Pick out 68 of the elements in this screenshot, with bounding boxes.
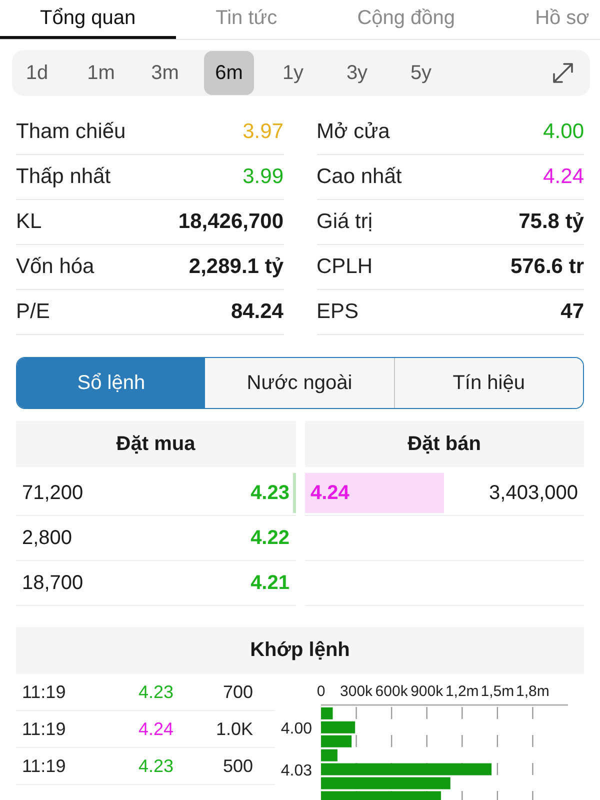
axis-label: 4.03 bbox=[280, 762, 312, 780]
stat-label: Vốn hóa bbox=[16, 255, 94, 279]
stat-label: Giá trị bbox=[316, 210, 373, 234]
nav-tab[interactable]: Tin tức bbox=[176, 0, 318, 39]
column-header: Đặt mua bbox=[16, 421, 296, 467]
ask-price: 4.24 bbox=[310, 482, 350, 504]
segment-tab[interactable]: Nước ngoài bbox=[205, 358, 394, 408]
stat-value: 4.00 bbox=[543, 120, 584, 144]
stat-label: P/E bbox=[16, 300, 50, 324]
period-button[interactable]: 6m bbox=[204, 51, 254, 95]
axis-label: 0 bbox=[316, 683, 326, 700]
bid-volume: 71,200 bbox=[21, 482, 84, 504]
segment-tab[interactable]: Sổ lệnh bbox=[17, 358, 206, 408]
axis-label: 1,8m bbox=[516, 683, 550, 700]
expand-icon[interactable] bbox=[552, 62, 574, 84]
stat-value: 2,289.1 tỷ bbox=[188, 255, 284, 279]
stat-label: Mở cửa bbox=[316, 120, 390, 144]
volume-bar bbox=[321, 735, 352, 748]
nav-tab[interactable]: Cộng đồng bbox=[317, 0, 496, 39]
stat-value: 47 bbox=[560, 300, 584, 324]
trade-volume: 700 bbox=[222, 682, 253, 702]
stat-value: 84.24 bbox=[230, 300, 284, 324]
axis-label: 600k bbox=[375, 683, 408, 700]
ask-volume: 3,403,000 bbox=[488, 482, 579, 504]
bid-volume: 2,800 bbox=[21, 526, 74, 550]
stat-value: 576.6 tr bbox=[510, 255, 584, 279]
trade-volume: 1.0K bbox=[216, 718, 253, 740]
volume-bar bbox=[321, 707, 333, 720]
trade-volume: 500 bbox=[222, 756, 253, 776]
stat-label: EPS bbox=[316, 300, 359, 324]
trade-price: 4.23 bbox=[138, 756, 174, 776]
volume-bar bbox=[321, 721, 356, 734]
axis-label: 1,2m bbox=[445, 683, 479, 700]
axis-label: 4.00 bbox=[280, 720, 312, 738]
axis-label: 300k bbox=[340, 683, 373, 700]
period-button[interactable]: 1y bbox=[268, 51, 318, 95]
volume-bar bbox=[321, 749, 338, 762]
nav-tab[interactable]: Tổng quan bbox=[0, 0, 176, 39]
trade-time: 11:19 bbox=[22, 756, 67, 776]
stat-label: Thấp nhất bbox=[16, 165, 111, 189]
trade-time: 11:19 bbox=[22, 718, 67, 740]
nav-tab[interactable]: Hồ sơ bbox=[495, 0, 590, 39]
period-button[interactable]: 3y bbox=[332, 51, 382, 95]
period-button[interactable]: 1d bbox=[12, 51, 62, 95]
stat-label: Tham chiếu bbox=[16, 120, 126, 144]
bid-price: 4.21 bbox=[250, 572, 290, 594]
segment-tab[interactable]: Tín hiệu bbox=[394, 358, 583, 408]
trade-price: 4.23 bbox=[138, 682, 174, 702]
stat-label: CPLH bbox=[316, 255, 373, 279]
trade-time: 11:19 bbox=[22, 682, 67, 702]
trade-price: 4.24 bbox=[138, 718, 174, 740]
stat-label: Cao nhất bbox=[316, 165, 402, 189]
column-header: Đặt bán bbox=[304, 421, 584, 467]
stat-value: 75.8 tỷ bbox=[518, 210, 584, 234]
period-button[interactable]: 5y bbox=[396, 51, 446, 95]
axis-label: 900k bbox=[410, 683, 444, 700]
stat-value: 3.97 bbox=[242, 120, 284, 144]
period-button[interactable]: 1m bbox=[76, 51, 126, 95]
axis-label: 1,5m bbox=[480, 683, 514, 700]
bid-price: 4.22 bbox=[250, 526, 290, 550]
stat-value: 3.99 bbox=[242, 165, 284, 189]
bid-price: 4.23 bbox=[250, 482, 290, 504]
stat-value: 4.24 bbox=[543, 165, 584, 189]
stat-value: 18,426,700 bbox=[178, 210, 284, 234]
section-header: Khớp lệnh bbox=[16, 627, 584, 674]
bid-volume: 18,700 bbox=[21, 572, 84, 594]
stat-label: KL bbox=[16, 210, 42, 234]
period-button[interactable]: 3m bbox=[140, 51, 190, 95]
